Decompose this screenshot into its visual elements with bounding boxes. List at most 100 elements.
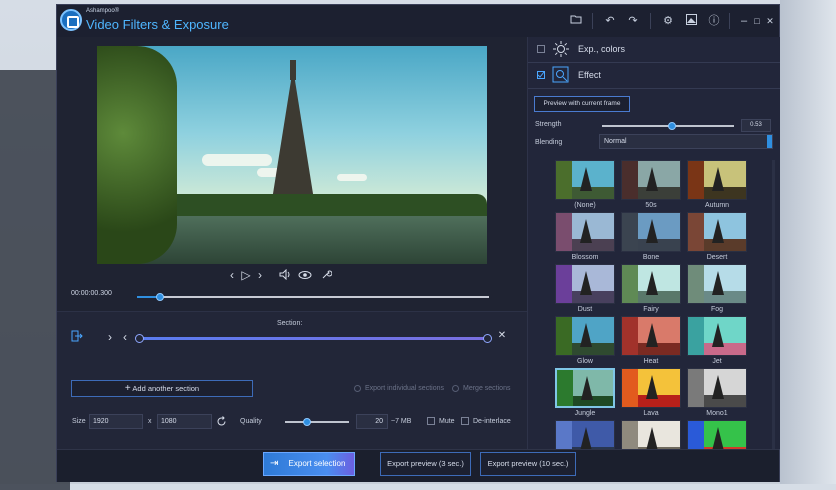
folder-icon[interactable] xyxy=(569,14,583,28)
export-selection-button[interactable]: ⇥ Export selection xyxy=(263,452,355,476)
effect-label: Blossom xyxy=(571,254,599,261)
width-field[interactable]: 1920 xyxy=(89,414,143,429)
effect-label: Bone xyxy=(642,254,660,261)
maximize-icon[interactable]: □ xyxy=(750,14,764,28)
undo-icon[interactable]: ↶ xyxy=(603,14,617,28)
effect-thumbnail[interactable] xyxy=(621,264,681,304)
effect-label: Fairy xyxy=(643,306,659,313)
effect-label: Jungle xyxy=(574,410,596,417)
effect-thumbnail[interactable] xyxy=(621,368,681,408)
section-range[interactable] xyxy=(139,337,487,340)
strength-value-field[interactable]: 0.53 xyxy=(741,119,771,132)
minimize-icon[interactable]: – xyxy=(737,14,751,28)
export-preview-3-button[interactable]: Export preview (3 sec.) xyxy=(380,452,471,476)
exp-colors-label: Exp., colors xyxy=(578,44,626,54)
effect-checkbox[interactable] xyxy=(537,71,545,79)
export-individual-radio[interactable] xyxy=(354,385,361,392)
effect-label: Lava xyxy=(643,410,659,417)
export-selection-label: Export selection xyxy=(288,459,346,468)
brand-label: Ashampoo® xyxy=(86,8,120,14)
mute-label: Mute xyxy=(439,418,455,425)
toolbar-separator xyxy=(729,13,730,29)
effect-label: Glow xyxy=(577,358,593,365)
export-icon: ⇥ xyxy=(270,458,279,469)
section-start-handle[interactable] xyxy=(135,334,144,343)
section-prev-icon[interactable]: ‹ xyxy=(118,330,132,344)
quality-handle[interactable] xyxy=(303,418,312,426)
effect-thumbnail[interactable] xyxy=(687,420,747,449)
preview-current-frame-button[interactable]: Preview with current frame xyxy=(534,96,630,112)
effects-scrollbar[interactable] xyxy=(772,160,775,449)
effect-label: Heat xyxy=(643,358,659,365)
effect-thumbnail[interactable] xyxy=(555,420,615,449)
effect-thumbnail[interactable] xyxy=(555,264,615,304)
prev-frame-icon[interactable]: ‹ xyxy=(225,268,239,282)
effect-thumbnail[interactable] xyxy=(687,160,747,200)
deinterlace-checkbox[interactable] xyxy=(461,417,469,425)
merge-sections-radio[interactable] xyxy=(452,385,459,392)
effect-thumbnail[interactable] xyxy=(555,316,615,356)
reset-icon[interactable] xyxy=(216,416,227,429)
quality-value-field[interactable]: 20 xyxy=(356,414,388,429)
eye-icon[interactable] xyxy=(298,269,312,283)
effect-label: Dust xyxy=(577,306,593,313)
effect-thumbnail[interactable] xyxy=(621,420,681,449)
video-preview[interactable] xyxy=(97,46,487,264)
exp-colors-checkbox[interactable] xyxy=(537,45,545,53)
effect-thumbnail[interactable] xyxy=(621,160,681,200)
section-next-icon[interactable]: › xyxy=(103,330,117,344)
title-bar: Ashampoo® Video Filters & Exposure ↶ ↷ ⚙… xyxy=(57,5,779,37)
deinterlace-label: De-interlace xyxy=(473,418,511,425)
section-end-handle[interactable] xyxy=(483,334,492,343)
gear-icon[interactable]: ⚙ xyxy=(661,14,675,28)
seek-bar[interactable] xyxy=(137,293,489,301)
effect-thumbnail[interactable] xyxy=(555,212,615,252)
info-icon[interactable]: ⓘ xyxy=(707,14,721,28)
height-field[interactable]: 1080 xyxy=(157,414,212,429)
export-section-icon[interactable] xyxy=(71,330,83,342)
effect-thumbnail[interactable] xyxy=(621,212,681,252)
strength-handle[interactable] xyxy=(667,122,676,130)
effect-thumbnail[interactable] xyxy=(687,264,747,304)
add-section-button[interactable]: + Add another section xyxy=(71,380,253,397)
remove-section-icon[interactable]: ✕ xyxy=(495,330,509,341)
effect-thumbnail[interactable] xyxy=(687,368,747,408)
volume-icon[interactable] xyxy=(278,268,292,283)
image-icon[interactable] xyxy=(684,14,698,28)
effect-thumbnail[interactable] xyxy=(555,160,615,200)
redo-icon[interactable]: ↷ xyxy=(626,14,640,28)
blending-label: Blending xyxy=(535,139,563,146)
toolbar-separator xyxy=(592,13,593,29)
effect-thumbnail[interactable] xyxy=(687,212,747,252)
strength-slider[interactable] xyxy=(602,122,734,130)
strength-label: Strength xyxy=(535,121,562,128)
add-section-label: Add another section xyxy=(132,384,200,393)
quality-label: Quality xyxy=(240,418,262,425)
quality-slider[interactable] xyxy=(285,418,349,426)
toolbar-separator xyxy=(650,13,651,29)
export-individual-label: Export individual sections xyxy=(365,385,444,392)
blending-caret xyxy=(767,135,772,148)
next-frame-icon[interactable]: › xyxy=(253,268,267,282)
exp-colors-header[interactable]: Exp., colors xyxy=(528,37,780,63)
sun-icon xyxy=(553,41,569,59)
effect-label: Effect xyxy=(578,70,601,80)
blending-select[interactable]: Normal xyxy=(599,134,773,149)
effect-label: Mono1 xyxy=(706,410,728,417)
app-logo-icon xyxy=(60,9,82,31)
effect-thumbnail[interactable] xyxy=(687,316,747,356)
close-icon[interactable]: ✕ xyxy=(763,14,777,28)
export-preview-10-button[interactable]: Export preview (10 sec.) xyxy=(480,452,576,476)
seek-handle[interactable] xyxy=(155,293,164,301)
effect-header[interactable]: Effect xyxy=(528,63,780,89)
effect-thumbnail[interactable] xyxy=(621,316,681,356)
effect-thumbnail[interactable] xyxy=(555,368,615,408)
section-title: Section: xyxy=(277,320,303,327)
effect-label: 50s xyxy=(645,202,657,209)
wrench-icon[interactable] xyxy=(319,269,333,283)
filter-panel: Exp., colors Effect Preview with current… xyxy=(527,37,780,449)
merge-sections-label: Merge sections xyxy=(463,385,511,392)
mute-checkbox[interactable] xyxy=(427,417,435,425)
play-icon[interactable]: ▷ xyxy=(239,268,253,282)
size-x-label: x xyxy=(148,418,152,425)
